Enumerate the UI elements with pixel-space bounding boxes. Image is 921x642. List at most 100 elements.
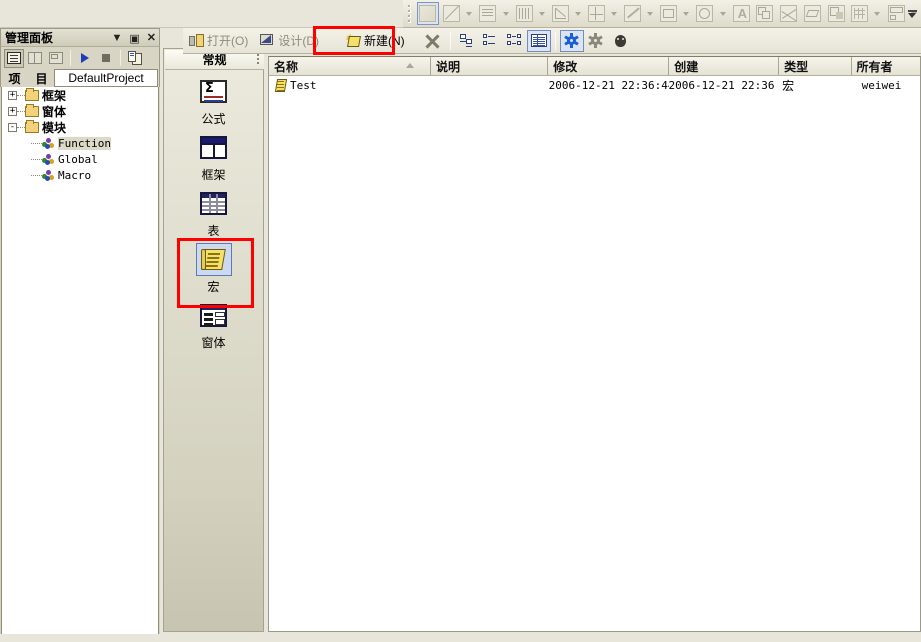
pencil-dropdown[interactable] [645, 2, 655, 25]
tree-leaf-global[interactable]: Global [2, 151, 158, 167]
stop-icon [102, 54, 110, 62]
macro-list-view[interactable]: 名称 说明 修改 创建 类型 所有者 Test 2006-12-21 22:36… [268, 56, 921, 632]
list-layout-button[interactable] [477, 2, 500, 25]
stop-button[interactable] [96, 49, 116, 68]
columns-dropdown[interactable] [536, 2, 546, 25]
theme-button[interactable] [608, 30, 632, 52]
tree-leaf-function[interactable]: Function [2, 135, 158, 151]
run-button[interactable] [75, 49, 95, 68]
window-view-icon [49, 52, 63, 64]
pin-icon[interactable]: ▣ [129, 33, 139, 44]
open-button-label: 打开(O) [207, 34, 249, 48]
expander-icon[interactable]: - [8, 122, 17, 132]
outbar-item-table[interactable]: 表 [164, 183, 263, 239]
small-icons-icon [482, 34, 499, 47]
tree-leaf-macro[interactable]: Macro [2, 167, 158, 183]
outbar-item-form[interactable]: 窗体 [164, 295, 263, 351]
sort-ascending-icon [406, 63, 415, 68]
tree-node-frame[interactable]: + 框架 [2, 87, 158, 103]
column-type-label: 类型 [784, 59, 809, 74]
ellipse-dropdown[interactable] [717, 2, 727, 25]
outbar-item-frame[interactable]: 框架 [164, 127, 263, 183]
group-button[interactable] [754, 2, 777, 25]
form-icon-wrap [196, 299, 232, 332]
view-list[interactable] [503, 30, 527, 52]
column-owner[interactable]: 所有者 [851, 57, 920, 75]
tab-item[interactable]: 项 [1, 69, 28, 87]
expander-icon[interactable]: + [8, 106, 17, 116]
new-item-button[interactable] [125, 49, 145, 68]
rectangle-button[interactable] [657, 2, 680, 25]
area-chart-button[interactable] [549, 2, 572, 25]
view-split-button[interactable] [25, 49, 45, 68]
parallelogram-button[interactable] [801, 2, 824, 25]
column-type[interactable]: 类型 [779, 57, 852, 75]
columns-icon [515, 5, 533, 22]
text-icon: A [732, 5, 750, 22]
tree-connector [17, 110, 25, 112]
close-icon[interactable]: ✕ [147, 33, 156, 44]
cell-description [431, 76, 548, 95]
axis-chart-button[interactable] [585, 2, 608, 25]
view-large-icons[interactable] [455, 30, 479, 52]
new-button-label: 新建(N) [364, 34, 405, 48]
properties-view-icon [7, 52, 21, 64]
tree-node-module[interactable]: - 模块 [2, 119, 158, 135]
chevron-down-icon[interactable]: ▼ [111, 33, 122, 44]
lock-shape-button[interactable] [825, 2, 848, 25]
view-details[interactable] [526, 29, 551, 52]
grid-dropdown[interactable] [872, 2, 882, 25]
tree-connector [17, 126, 25, 128]
large-icons-icon [459, 34, 475, 47]
tree-leaf-label: Function [58, 136, 111, 150]
view-window-button[interactable] [46, 49, 66, 68]
list-layout-dropdown[interactable] [500, 2, 510, 25]
grid-button[interactable] [849, 2, 872, 25]
tree-node-form[interactable]: + 窗体 [2, 103, 158, 119]
tree-connector [31, 174, 42, 176]
line-tool-button[interactable] [440, 2, 463, 25]
column-name[interactable]: 名称 [269, 57, 432, 75]
panel-title-bar: 管理面板 ▼ ▣ ✕ [0, 28, 160, 47]
column-created[interactable]: 创建 [669, 57, 780, 75]
column-modified-label: 修改 [553, 59, 578, 74]
open-button[interactable]: 打开(O) [183, 30, 254, 52]
column-modified[interactable]: 修改 [548, 57, 670, 75]
line-tool-dropdown[interactable] [464, 2, 474, 25]
new-item-icon [127, 51, 143, 65]
folder-icon [25, 87, 39, 101]
delete-button[interactable] [419, 30, 446, 52]
group-icon [756, 5, 774, 22]
expander-icon[interactable]: + [8, 90, 17, 100]
pencil-button[interactable] [621, 2, 644, 25]
text-button[interactable]: A [730, 2, 753, 25]
select-object-icon-button[interactable] [416, 2, 440, 25]
macro-scroll-icon [200, 248, 227, 272]
project-name-field[interactable]: DefaultProject [54, 69, 158, 87]
crossed-box-button[interactable] [777, 2, 800, 25]
new-button[interactable]: ✱ 新建(N) [339, 30, 411, 52]
tree-node-label: 模块 [42, 120, 67, 135]
drag-grip-icon[interactable] [257, 54, 259, 64]
column-description[interactable]: 说明 [431, 57, 549, 75]
columns-button[interactable] [513, 2, 536, 25]
layout-button[interactable] [885, 2, 908, 25]
design-button[interactable]: 设计(D) [254, 30, 325, 52]
rectangle-dropdown[interactable] [681, 2, 691, 25]
panel-title: 管理面板 [5, 31, 54, 45]
view-small-icons[interactable] [479, 30, 503, 52]
toolbar-drag-grip[interactable] [405, 3, 414, 25]
outbar-item-formula[interactable]: Σ 公式 [164, 71, 263, 127]
view-properties-button[interactable] [4, 48, 24, 68]
area-chart-dropdown[interactable] [573, 2, 583, 25]
table-row[interactable]: Test 2006-12-21 22:36:44 2006-12-21 22:3… [269, 76, 920, 95]
tab-column[interactable]: 目 [28, 69, 55, 87]
project-tree[interactable]: + 框架 + 窗体 - 模块 Function Global Macro [1, 87, 159, 638]
table-icon-wrap [196, 187, 232, 220]
ellipse-button[interactable] [694, 2, 717, 25]
options-button[interactable] [559, 29, 584, 52]
toolbar-overflow-icon[interactable] [906, 2, 918, 25]
outbar-item-macro[interactable]: 宏 [164, 239, 263, 295]
settings-button[interactable] [584, 30, 608, 52]
axis-chart-dropdown[interactable] [609, 2, 619, 25]
